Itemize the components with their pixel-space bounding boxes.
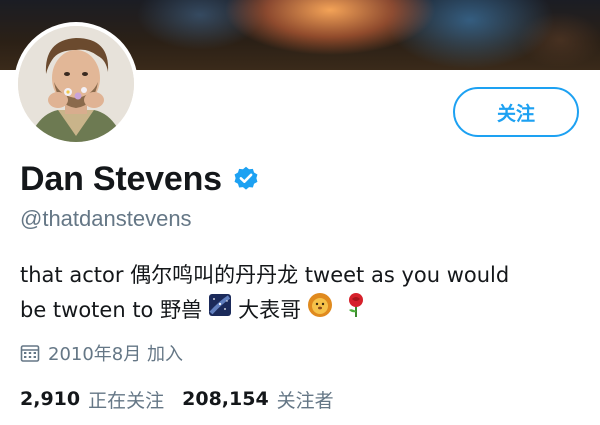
rose-emoji-icon xyxy=(345,292,367,328)
bio-line-1: that actor 偶尔鸣叫的丹丹龙 tweet as you would xyxy=(20,258,590,292)
joined-date-row: 2010年8月 加入 xyxy=(20,340,183,366)
bio-text-1: that actor 偶尔鸣叫的丹丹龙 tweet as you would xyxy=(20,263,510,287)
followers-label: 关注者 xyxy=(276,389,334,412)
avatar[interactable] xyxy=(14,22,138,146)
following-count: 2,910 xyxy=(20,388,81,410)
profile-handle: @thatdanstevens xyxy=(20,206,192,231)
joined-date-text: 2010年8月 加入 xyxy=(48,344,183,365)
bio-text-2a: be twoten to 野兽 xyxy=(20,298,203,322)
milky-way-emoji-icon xyxy=(208,293,232,327)
calendar-icon xyxy=(20,343,40,363)
followers-count: 208,154 xyxy=(182,388,269,410)
lion-face-emoji-icon xyxy=(307,292,333,328)
bio-text-2b: 大表哥 xyxy=(238,298,302,322)
profile-name: Dan Stevens xyxy=(20,159,222,198)
verified-badge-icon xyxy=(232,165,260,193)
following-stat[interactable]: 2,910 正在关注 xyxy=(20,386,164,413)
followers-stat[interactable]: 208,154 关注者 xyxy=(182,386,334,413)
avatar-photo xyxy=(18,26,134,142)
bio-line-2: be twoten to 野兽 大表哥 xyxy=(20,292,590,328)
profile-name-row: Dan Stevens xyxy=(20,157,260,201)
profile-bio: that actor 偶尔鸣叫的丹丹龙 tweet as you would b… xyxy=(20,258,590,328)
following-label: 正在关注 xyxy=(88,389,165,412)
follow-stats: 2,910 正在关注 208,154 关注者 xyxy=(20,385,352,413)
follow-button[interactable]: 关注 xyxy=(453,87,579,137)
